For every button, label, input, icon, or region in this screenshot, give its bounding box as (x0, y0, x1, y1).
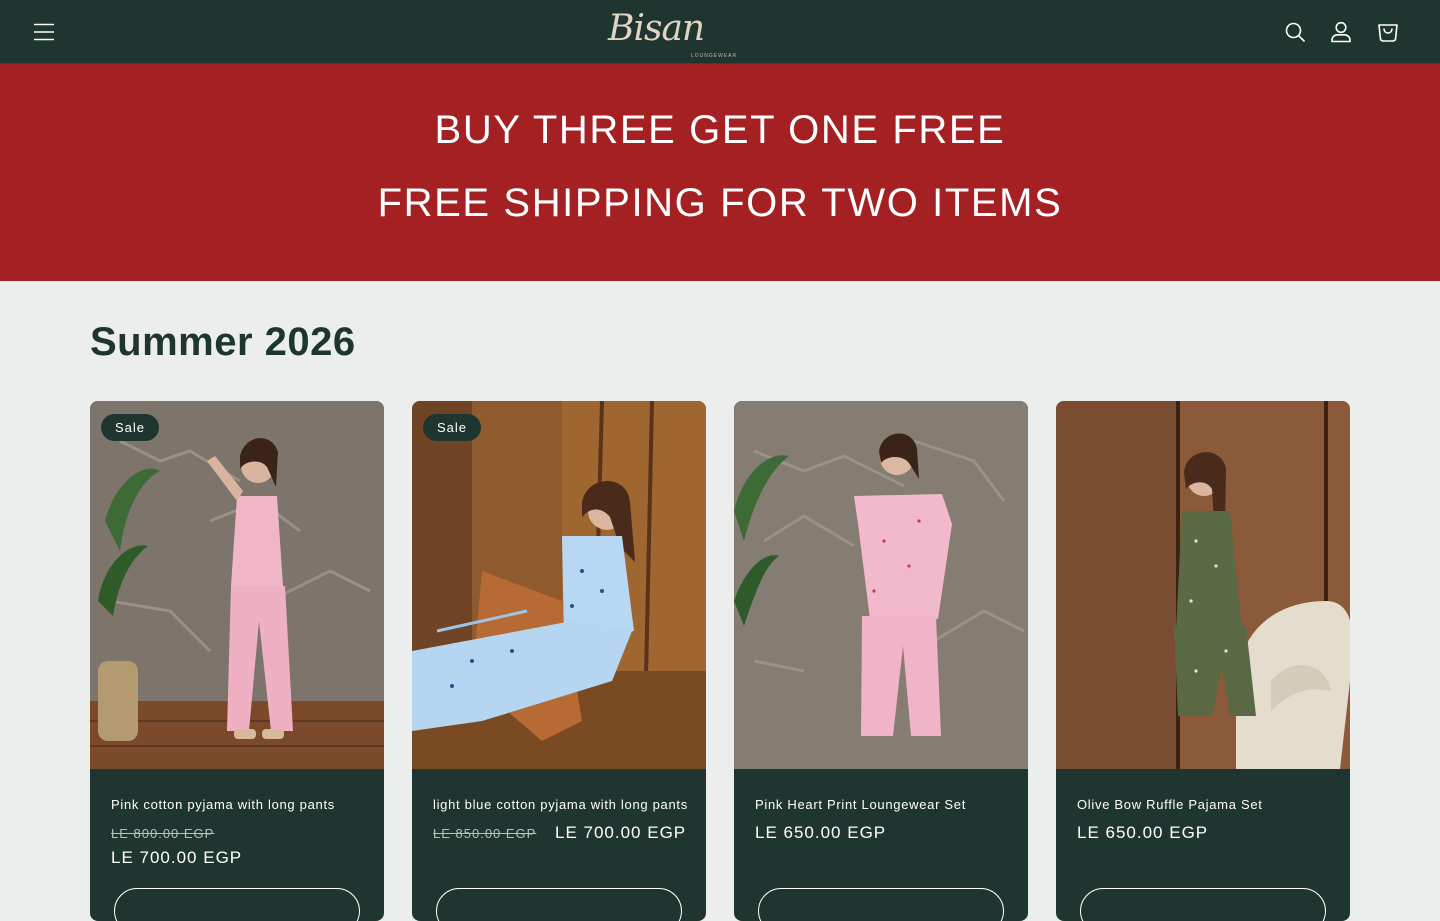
product-card[interactable]: Olive Bow Ruffle Pajama Set LE 650.00 EG… (1056, 401, 1350, 921)
product-title[interactable]: light blue cotton pyjama with long pants (433, 797, 693, 812)
add-to-cart-button[interactable] (436, 888, 682, 921)
collection-title: Summer 2026 (90, 320, 356, 364)
product-image[interactable]: Sale (90, 401, 384, 769)
product-price: LE 700.00 EGP (555, 823, 687, 842)
logo-subtext: LOUNGEWEAR (691, 53, 738, 59)
product-card[interactable]: Sale Pink cotton pyjama with long pants … (90, 401, 384, 921)
search-icon[interactable] (1283, 20, 1307, 44)
product-title[interactable]: Pink cotton pyjama with long pants (111, 797, 371, 812)
product-price: LE 700.00 EGP (111, 848, 243, 867)
promo-banner: BUY THREE GET ONE FREE FREE SHIPPING FOR… (0, 64, 1440, 281)
site-logo[interactable]: Bisan LOUNGEWEAR (606, 6, 736, 60)
add-to-cart-button[interactable] (758, 888, 1004, 921)
promo-line-1: BUY THREE GET ONE FREE (434, 108, 1006, 152)
product-price-original: LE 800.00 EGP (111, 826, 215, 841)
product-price: LE 650.00 EGP (1077, 823, 1209, 842)
product-image[interactable] (734, 401, 1028, 769)
sale-badge: Sale (423, 414, 482, 441)
logo-text: Bisan (608, 8, 705, 49)
menu-icon[interactable] (32, 20, 56, 44)
product-image[interactable] (1056, 401, 1350, 769)
product-image[interactable]: Sale (412, 401, 706, 769)
promo-line-2: FREE SHIPPING FOR TWO ITEMS (377, 181, 1063, 225)
product-title[interactable]: Olive Bow Ruffle Pajama Set (1077, 797, 1337, 812)
sale-badge: Sale (101, 414, 160, 441)
product-title[interactable]: Pink Heart Print Loungewear Set (755, 797, 1015, 812)
product-card[interactable]: Sale light blue cotton pyjama with long … (412, 401, 706, 921)
product-card[interactable]: Pink Heart Print Loungewear Set LE 650.0… (734, 401, 1028, 921)
product-price: LE 650.00 EGP (755, 823, 887, 842)
cart-icon[interactable] (1376, 20, 1400, 44)
account-icon[interactable] (1329, 20, 1353, 44)
add-to-cart-button[interactable] (114, 888, 360, 921)
site-header: Bisan LOUNGEWEAR (0, 0, 1440, 64)
product-price-original: LE 850.00 EGP (433, 826, 537, 841)
add-to-cart-button[interactable] (1080, 888, 1326, 921)
